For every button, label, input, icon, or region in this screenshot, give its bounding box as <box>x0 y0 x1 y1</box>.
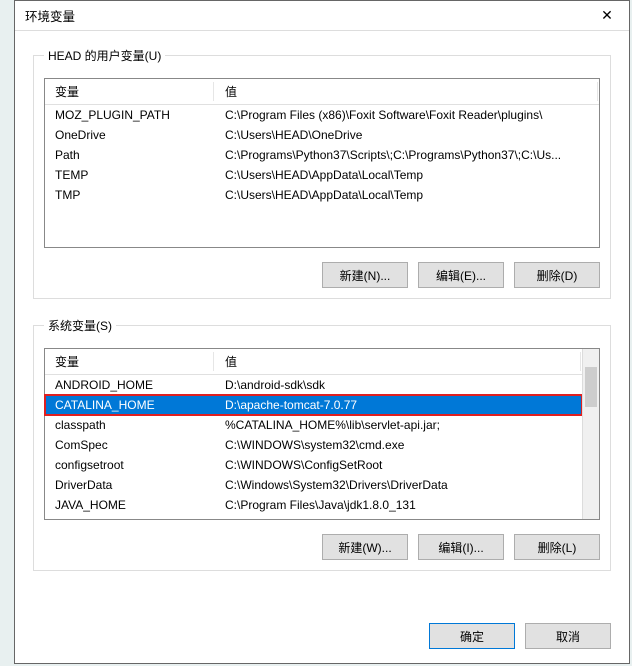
system-variables-body: ANDROID_HOMED:\android-sdk\sdkCATALINA_H… <box>45 375 582 515</box>
user-variables-body: MOZ_PLUGIN_PATHC:\Program Files (x86)\Fo… <box>45 105 599 205</box>
column-value[interactable]: 值 <box>215 349 582 374</box>
table-row[interactable]: classpath%CATALINA_HOME%\lib\servlet-api… <box>45 415 582 435</box>
cell-variable: CATALINA_HOME <box>45 395 215 415</box>
column-variable[interactable]: 变量 <box>45 349 215 374</box>
system-variables-group: 系统变量(S) 变量 值 ANDROID_HOMED:\android-sdk\… <box>33 317 611 571</box>
user-buttons-row: 新建(N)... 编辑(E)... 删除(D) <box>44 262 600 288</box>
cell-value: C:\Program Files (x86)\Foxit Software\Fo… <box>215 105 599 125</box>
window-title: 环境变量 <box>25 6 75 25</box>
user-edit-button[interactable]: 编辑(E)... <box>418 262 504 288</box>
cell-value: D:\android-sdk\sdk <box>215 375 582 395</box>
system-edit-button[interactable]: 编辑(I)... <box>418 534 504 560</box>
table-row[interactable]: configsetrootC:\WINDOWS\ConfigSetRoot <box>45 455 582 475</box>
user-variables-group: HEAD 的用户变量(U) 变量 值 MOZ_PLUGIN_PATHC:\Pro… <box>33 47 611 299</box>
table-row[interactable]: PathC:\Programs\Python37\Scripts\;C:\Pro… <box>45 145 599 165</box>
table-row[interactable]: DriverDataC:\Windows\System32\Drivers\Dr… <box>45 475 582 495</box>
cell-value: C:\Program Files\Java\jdk1.8.0_131 <box>215 495 582 515</box>
cell-value: C:\Users\HEAD\OneDrive <box>215 125 599 145</box>
cell-variable: ComSpec <box>45 435 215 455</box>
cell-value: C:\WINDOWS\ConfigSetRoot <box>215 455 582 475</box>
table-row[interactable]: MOZ_PLUGIN_PATHC:\Program Files (x86)\Fo… <box>45 105 599 125</box>
table-row[interactable]: ComSpecC:\WINDOWS\system32\cmd.exe <box>45 435 582 455</box>
cell-variable: MOZ_PLUGIN_PATH <box>45 105 215 125</box>
cell-variable: TMP <box>45 185 215 205</box>
system-variables-legend: 系统变量(S) <box>44 317 116 334</box>
table-row[interactable]: TEMPC:\Users\HEAD\AppData\Local\Temp <box>45 165 599 185</box>
table-row[interactable]: ANDROID_HOMED:\android-sdk\sdk <box>45 375 582 395</box>
table-row[interactable]: CATALINA_HOMED:\apache-tomcat-7.0.77 <box>45 395 582 415</box>
table-row[interactable]: TMPC:\Users\HEAD\AppData\Local\Temp <box>45 185 599 205</box>
cell-variable: DriverData <box>45 475 215 495</box>
system-new-button[interactable]: 新建(W)... <box>322 534 408 560</box>
table-row[interactable]: OneDriveC:\Users\HEAD\OneDrive <box>45 125 599 145</box>
user-variables-listview[interactable]: 变量 值 MOZ_PLUGIN_PATHC:\Program Files (x8… <box>44 78 600 248</box>
dialog-content: HEAD 的用户变量(U) 变量 值 MOZ_PLUGIN_PATHC:\Pro… <box>15 31 629 663</box>
system-delete-button[interactable]: 删除(L) <box>514 534 600 560</box>
column-variable[interactable]: 变量 <box>45 79 215 104</box>
cell-variable: JAVA_HOME <box>45 495 215 515</box>
cell-variable: OneDrive <box>45 125 215 145</box>
dialog-footer: 确定 取消 <box>33 621 611 649</box>
cancel-button[interactable]: 取消 <box>525 623 611 649</box>
system-buttons-row: 新建(W)... 编辑(I)... 删除(L) <box>44 534 600 560</box>
listview-header: 变量 值 <box>45 79 599 105</box>
scrollbar[interactable] <box>582 349 599 519</box>
system-variables-listview[interactable]: 变量 值 ANDROID_HOMED:\android-sdk\sdkCATAL… <box>44 348 600 520</box>
titlebar: 环境变量 ✕ <box>15 1 629 31</box>
cell-variable: TEMP <box>45 165 215 185</box>
cell-value: D:\apache-tomcat-7.0.77 <box>215 395 582 415</box>
column-value[interactable]: 值 <box>215 79 599 104</box>
cell-value: C:\Users\HEAD\AppData\Local\Temp <box>215 165 599 185</box>
cell-value: C:\Windows\System32\Drivers\DriverData <box>215 475 582 495</box>
cell-value: %CATALINA_HOME%\lib\servlet-api.jar; <box>215 415 582 435</box>
user-variables-legend: HEAD 的用户变量(U) <box>44 47 165 64</box>
listview-header: 变量 值 <box>45 349 582 375</box>
scrollbar-thumb[interactable] <box>585 367 597 407</box>
cell-value: C:\Programs\Python37\Scripts\;C:\Program… <box>215 145 599 165</box>
cell-variable: Path <box>45 145 215 165</box>
environment-variables-dialog: 环境变量 ✕ HEAD 的用户变量(U) 变量 值 MOZ_PLUGIN_PAT… <box>14 0 630 664</box>
ok-button[interactable]: 确定 <box>429 623 515 649</box>
cell-variable: classpath <box>45 415 215 435</box>
close-icon: ✕ <box>601 7 613 24</box>
user-new-button[interactable]: 新建(N)... <box>322 262 408 288</box>
table-row[interactable]: JAVA_HOMEC:\Program Files\Java\jdk1.8.0_… <box>45 495 582 515</box>
cell-value: C:\Users\HEAD\AppData\Local\Temp <box>215 185 599 205</box>
close-button[interactable]: ✕ <box>585 1 629 31</box>
user-delete-button[interactable]: 删除(D) <box>514 262 600 288</box>
cell-variable: ANDROID_HOME <box>45 375 215 395</box>
cell-value: C:\WINDOWS\system32\cmd.exe <box>215 435 582 455</box>
cell-variable: configsetroot <box>45 455 215 475</box>
